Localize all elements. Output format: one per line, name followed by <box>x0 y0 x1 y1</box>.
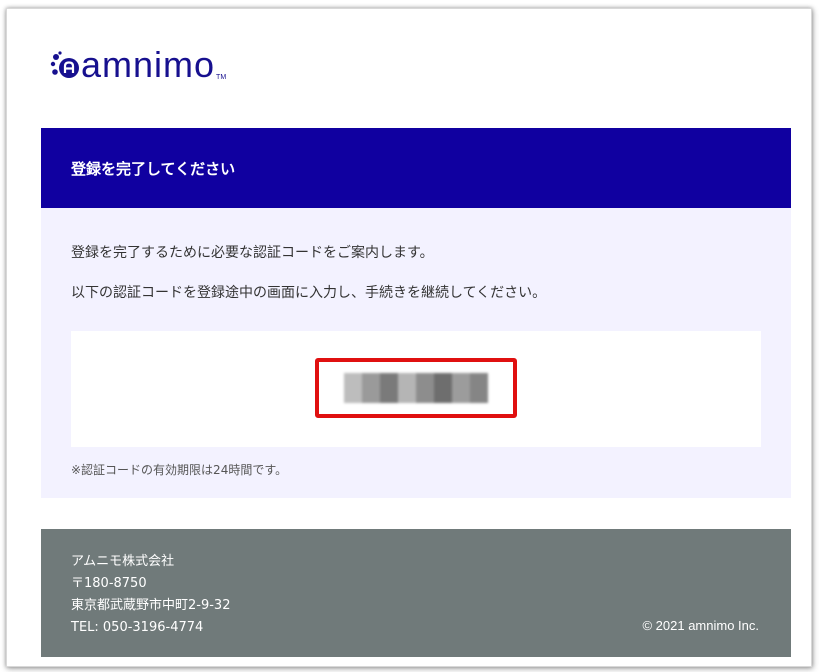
email-frame: amnimo TM 登録を完了してください 登録を完了するために必要な認証コード… <box>6 8 812 667</box>
postal-code: 〒180-8750 <box>71 576 147 591</box>
email-header: 登録を完了してください <box>41 128 791 208</box>
company-name: アムニモ株式会社 <box>71 554 175 569</box>
company-phone: TEL: 050-3196-4774 <box>71 620 204 635</box>
logo-wordmark: amnimo <box>81 44 216 85</box>
email-footer: アムニモ株式会社 〒180-8750 東京都武蔵野市中町2-9-32 TEL: … <box>41 529 791 657</box>
amnimo-logo: amnimo TM <box>49 45 226 89</box>
verification-code-highlight <box>315 358 517 418</box>
instruction-paragraph: 以下の認証コードを登録途中の画面に入力し、手続きを継続してください。 <box>71 285 547 301</box>
verification-code-box <box>71 331 761 447</box>
intro-paragraph: 登録を完了するために必要な認証コードをご案内します。 <box>71 245 434 261</box>
company-address: 東京都武蔵野市中町2-9-32 <box>71 598 231 613</box>
email-body: 登録を完了するために必要な認証コードをご案内します。 以下の認証コードを登録途中… <box>41 208 791 498</box>
copyright: © 2021 amnimo Inc. <box>642 618 759 633</box>
trademark-symbol: TM <box>216 74 227 81</box>
expiry-note: ※認証コードの有効期限は24時間です。 <box>71 463 288 477</box>
verification-code-blurred <box>344 373 488 403</box>
header-title: 登録を完了してください <box>71 159 236 178</box>
company-info: アムニモ株式会社 〒180-8750 東京都武蔵野市中町2-9-32 TEL: … <box>71 551 230 639</box>
amnimo-logo-mark-icon <box>49 49 79 85</box>
